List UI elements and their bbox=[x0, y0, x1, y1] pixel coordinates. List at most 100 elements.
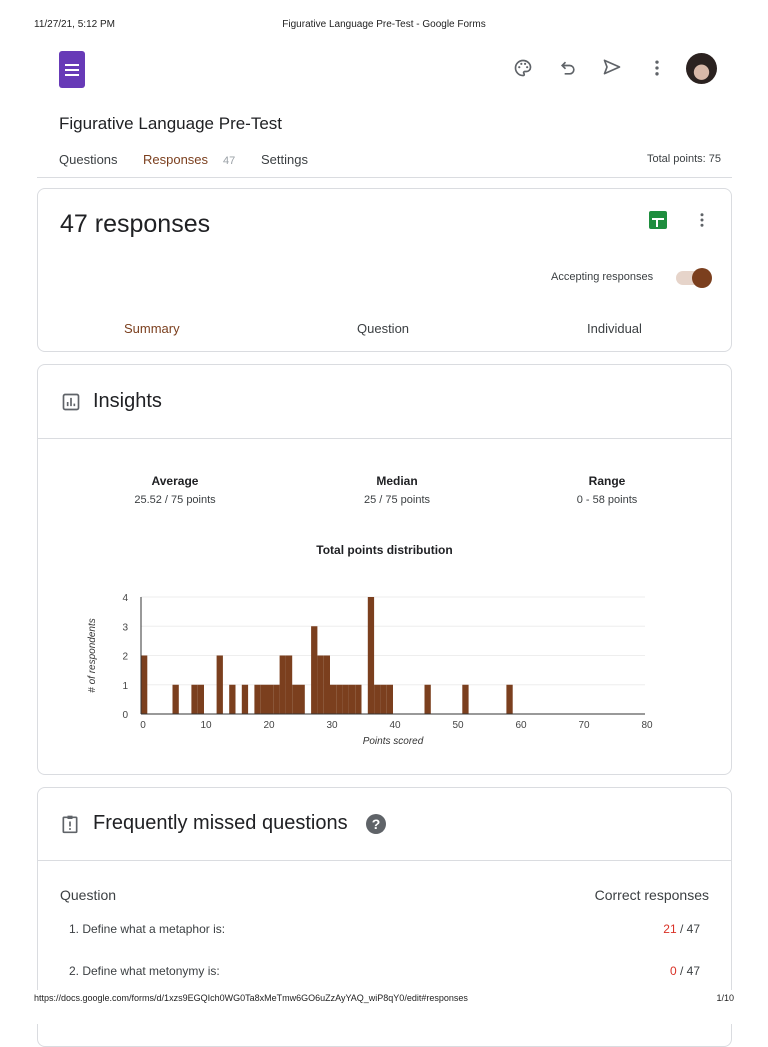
bar bbox=[292, 684, 299, 714]
responses-badge: 47 bbox=[223, 155, 236, 167]
bar bbox=[241, 684, 249, 714]
correct-value: 21 bbox=[663, 922, 677, 936]
bar bbox=[386, 684, 393, 714]
x-tick-label: 20 bbox=[263, 720, 275, 731]
tab-questions[interactable]: Questions bbox=[59, 152, 118, 167]
divider bbox=[38, 860, 731, 861]
bar bbox=[141, 655, 148, 714]
send-icon[interactable] bbox=[601, 57, 623, 77]
x-tick-label: 10 bbox=[200, 720, 212, 731]
y-tick-label: 2 bbox=[122, 652, 128, 663]
x-tick-label: 60 bbox=[515, 720, 527, 731]
print-page: 1/10 bbox=[716, 993, 734, 1003]
insights-title: Insights bbox=[93, 390, 162, 412]
stat-label: Average bbox=[151, 474, 199, 488]
x-tick-label: 30 bbox=[326, 720, 338, 731]
bar bbox=[424, 684, 431, 714]
question-text: 2. Define what metonymy is: bbox=[69, 964, 220, 978]
help-icon[interactable]: ? bbox=[366, 814, 386, 834]
bar bbox=[273, 684, 280, 714]
tab-responses[interactable]: Responses 47 bbox=[143, 152, 235, 167]
stat-median: Median 25 / 75 points bbox=[297, 474, 497, 506]
undo-icon[interactable] bbox=[558, 58, 578, 78]
stat-label: Median bbox=[376, 474, 418, 488]
tab-settings[interactable]: Settings bbox=[261, 152, 308, 167]
question-text: 1. Define what a metaphor is: bbox=[69, 922, 226, 936]
stat-range: Range 0 - 58 points bbox=[507, 474, 707, 506]
bar bbox=[279, 655, 286, 714]
report-icon bbox=[62, 815, 78, 834]
forms-logo-icon[interactable] bbox=[59, 51, 85, 88]
bar bbox=[374, 684, 381, 714]
correct-total: / 47 bbox=[676, 964, 700, 978]
x-tick-label: 40 bbox=[389, 720, 401, 731]
bar bbox=[336, 684, 343, 714]
bar bbox=[367, 597, 375, 714]
correct-total: / 47 bbox=[676, 922, 700, 936]
stat-value: 0 - 58 points bbox=[576, 494, 638, 506]
y-tick-label: 4 bbox=[122, 593, 128, 604]
x-axis-label: Points scored bbox=[363, 736, 424, 747]
x-tick-label: 70 bbox=[578, 720, 590, 731]
responses-card: 47 responses Accepting responses Summary… bbox=[37, 188, 732, 352]
y-axis-label: # of respondents bbox=[87, 618, 98, 693]
bar bbox=[197, 684, 204, 714]
col-question: Question bbox=[60, 887, 117, 903]
subtab-summary[interactable]: Summary bbox=[124, 321, 180, 336]
bar bbox=[506, 684, 513, 714]
form-title: Figurative Language Pre-Test bbox=[59, 114, 283, 133]
bar bbox=[342, 684, 349, 714]
more-vert-icon[interactable] bbox=[647, 58, 667, 78]
bar bbox=[229, 684, 236, 714]
subtab-question[interactable]: Question bbox=[357, 321, 409, 336]
bar bbox=[355, 684, 362, 714]
chart-title: Total points distribution bbox=[316, 543, 453, 557]
x-tick-label: 50 bbox=[452, 720, 464, 731]
accepting-label: Accepting responses bbox=[551, 271, 654, 283]
bar bbox=[330, 684, 337, 714]
stat-average: Average 25.52 / 75 points bbox=[75, 474, 275, 506]
bar bbox=[298, 684, 305, 714]
y-tick-label: 3 bbox=[122, 622, 128, 633]
subtab-individual[interactable]: Individual bbox=[587, 321, 642, 336]
points-distribution-chart: 012340 10 20 30 40 50 60 70 80Points scored# of … bbox=[87, 593, 653, 747]
stat-label: Range bbox=[588, 474, 626, 488]
bar bbox=[254, 684, 261, 714]
responses-count: 47 responses bbox=[60, 210, 211, 238]
bar bbox=[267, 684, 274, 714]
total-points: Total points: 75 bbox=[647, 153, 721, 165]
correct-count: 21 / 47 bbox=[663, 922, 700, 936]
divider bbox=[38, 438, 731, 439]
print-url: https://docs.google.com/forms/d/1xzs9EGQ… bbox=[34, 993, 468, 1003]
print-footer: https://docs.google.com/forms/d/1xzs9EGQ… bbox=[0, 990, 768, 1024]
divider bbox=[37, 177, 732, 178]
accepting-toggle[interactable] bbox=[676, 268, 712, 288]
y-tick-label: 1 bbox=[122, 681, 128, 692]
avatar[interactable] bbox=[686, 53, 717, 84]
stat-value: 25.52 / 75 points bbox=[134, 494, 216, 506]
bar bbox=[311, 626, 318, 714]
more-vert-icon[interactable] bbox=[693, 210, 711, 230]
bar bbox=[462, 684, 469, 714]
bar bbox=[216, 655, 223, 714]
palette-icon[interactable] bbox=[513, 58, 533, 78]
sheets-icon[interactable] bbox=[649, 211, 667, 229]
missed-title: Frequently missed questions bbox=[93, 812, 348, 834]
bar bbox=[317, 655, 324, 714]
bar bbox=[285, 655, 293, 714]
print-title: Figurative Language Pre-Test - Google Fo… bbox=[282, 19, 486, 30]
bar bbox=[380, 684, 387, 714]
bar bbox=[172, 684, 179, 714]
correct-count: 0 / 47 bbox=[670, 964, 700, 978]
tab-responses-label: Responses bbox=[143, 152, 209, 167]
bar bbox=[323, 655, 330, 714]
col-correct: Correct responses bbox=[594, 887, 709, 903]
bar bbox=[260, 684, 267, 714]
stat-value: 25 / 75 points bbox=[363, 494, 431, 506]
x-tick-label: 80 bbox=[641, 720, 653, 731]
bar bbox=[348, 684, 356, 714]
insights-icon bbox=[62, 393, 80, 411]
correct-value: 0 bbox=[669, 964, 677, 978]
x-tick-label: 0 bbox=[140, 720, 146, 731]
y-tick-label: 0 bbox=[122, 710, 128, 721]
